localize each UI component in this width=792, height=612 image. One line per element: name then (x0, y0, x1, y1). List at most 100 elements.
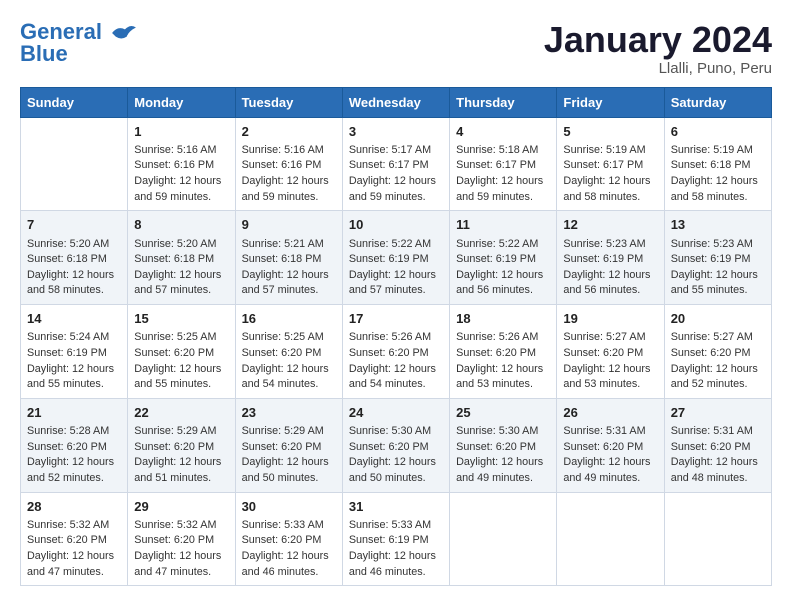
day-number: 24 (349, 404, 443, 422)
day-info: Sunrise: 5:20 AM Sunset: 6:18 PM Dayligh… (134, 237, 228, 300)
day-number: 11 (456, 216, 550, 234)
day-number: 13 (671, 216, 765, 234)
day-info: Sunrise: 5:30 AM Sunset: 6:20 PM Dayligh… (349, 424, 443, 487)
day-number: 12 (563, 216, 657, 234)
day-info: Sunrise: 5:33 AM Sunset: 6:19 PM Dayligh… (349, 518, 443, 581)
calendar-week-row: 1 Sunrise: 5:16 AM Sunset: 6:16 PM Daylig… (21, 117, 772, 211)
column-header-wednesday: Wednesday (342, 87, 449, 117)
day-number: 29 (134, 498, 228, 516)
day-info: Sunrise: 5:19 AM Sunset: 6:18 PM Dayligh… (671, 143, 765, 206)
calendar-cell: 17 Sunrise: 5:26 AM Sunset: 6:20 PM Dayli… (342, 305, 449, 399)
day-number: 16 (242, 310, 336, 328)
calendar-cell: 10Sunrise: 5:22 AM Sunset: 6:19 PM Dayli… (342, 211, 449, 305)
logo-text: General Blue (20, 20, 138, 66)
calendar-cell: 16 Sunrise: 5:25 AM Sunset: 6:20 PM Dayli… (235, 305, 342, 399)
day-info: Sunrise: 5:28 AM Sunset: 6:20 PM Dayligh… (27, 424, 121, 487)
day-info: Sunrise: 5:29 AM Sunset: 6:20 PM Dayligh… (242, 424, 336, 487)
day-number: 1 (134, 123, 228, 141)
day-number: 22 (134, 404, 228, 422)
day-info: Sunrise: 5:16 AM Sunset: 6:16 PM Dayligh… (134, 143, 228, 206)
column-header-friday: Friday (557, 87, 664, 117)
column-header-sunday: Sunday (21, 87, 128, 117)
calendar-cell: 12Sunrise: 5:23 AM Sunset: 6:19 PM Dayli… (557, 211, 664, 305)
logo-bird-icon (110, 22, 138, 44)
calendar-cell (557, 492, 664, 586)
calendar-cell: 27Sunrise: 5:31 AM Sunset: 6:20 PM Dayli… (664, 398, 771, 492)
day-number: 25 (456, 404, 550, 422)
day-number: 15 (134, 310, 228, 328)
calendar-cell: 15 Sunrise: 5:25 AM Sunset: 6:20 PM Dayli… (128, 305, 235, 399)
calendar-week-row: 7 Sunrise: 5:20 AM Sunset: 6:18 PM Daylig… (21, 211, 772, 305)
day-info: Sunrise: 5:21 AM Sunset: 6:18 PM Dayligh… (242, 237, 336, 300)
calendar-cell: 8Sunrise: 5:20 AM Sunset: 6:18 PM Daylig… (128, 211, 235, 305)
calendar-cell: 14Sunrise: 5:24 AM Sunset: 6:19 PM Dayli… (21, 305, 128, 399)
day-info: Sunrise: 5:26 AM Sunset: 6:20 PM Dayligh… (456, 330, 550, 393)
day-number: 2 (242, 123, 336, 141)
calendar-header: SundayMondayTuesdayWednesdayThursdayFrid… (21, 87, 772, 117)
calendar-cell: 29 Sunrise: 5:32 AM Sunset: 6:20 PM Dayli… (128, 492, 235, 586)
calendar-cell: 30Sunrise: 5:33 AM Sunset: 6:20 PM Dayli… (235, 492, 342, 586)
main-title: January 2024 (544, 20, 772, 60)
day-number: 7 (27, 216, 121, 234)
day-info: Sunrise: 5:27 AM Sunset: 6:20 PM Dayligh… (563, 330, 657, 393)
day-number: 19 (563, 310, 657, 328)
day-info: Sunrise: 5:26 AM Sunset: 6:20 PM Dayligh… (349, 330, 443, 393)
calendar-week-row: 21 Sunrise: 5:28 AM Sunset: 6:20 PM Dayli… (21, 398, 772, 492)
calendar-cell: 13 Sunrise: 5:23 AM Sunset: 6:19 PM Dayli… (664, 211, 771, 305)
calendar-cell: 2 Sunrise: 5:16 AM Sunset: 6:16 PM Daylig… (235, 117, 342, 211)
page-header: General Blue January 2024 Llalli, Puno, … (20, 20, 772, 77)
calendar-table: SundayMondayTuesdayWednesdayThursdayFrid… (20, 87, 772, 587)
header-row: SundayMondayTuesdayWednesdayThursdayFrid… (21, 87, 772, 117)
day-info: Sunrise: 5:17 AM Sunset: 6:17 PM Dayligh… (349, 143, 443, 206)
calendar-cell (450, 492, 557, 586)
calendar-cell: 25 Sunrise: 5:30 AM Sunset: 6:20 PM Dayli… (450, 398, 557, 492)
calendar-cell: 26Sunrise: 5:31 AM Sunset: 6:20 PM Dayli… (557, 398, 664, 492)
day-info: Sunrise: 5:18 AM Sunset: 6:17 PM Dayligh… (456, 143, 550, 206)
calendar-cell: 6 Sunrise: 5:19 AM Sunset: 6:18 PM Daylig… (664, 117, 771, 211)
day-number: 6 (671, 123, 765, 141)
day-number: 4 (456, 123, 550, 141)
title-block: January 2024 Llalli, Puno, Peru (544, 20, 772, 77)
day-number: 17 (349, 310, 443, 328)
day-info: Sunrise: 5:16 AM Sunset: 6:16 PM Dayligh… (242, 143, 336, 206)
day-number: 3 (349, 123, 443, 141)
calendar-cell: 7Sunrise: 5:20 AM Sunset: 6:18 PM Daylig… (21, 211, 128, 305)
column-header-monday: Monday (128, 87, 235, 117)
day-number: 31 (349, 498, 443, 516)
day-info: Sunrise: 5:19 AM Sunset: 6:17 PM Dayligh… (563, 143, 657, 206)
day-info: Sunrise: 5:25 AM Sunset: 6:20 PM Dayligh… (134, 330, 228, 393)
day-info: Sunrise: 5:22 AM Sunset: 6:19 PM Dayligh… (456, 237, 550, 300)
column-header-saturday: Saturday (664, 87, 771, 117)
day-info: Sunrise: 5:25 AM Sunset: 6:20 PM Dayligh… (242, 330, 336, 393)
day-number: 18 (456, 310, 550, 328)
day-number: 26 (563, 404, 657, 422)
day-info: Sunrise: 5:27 AM Sunset: 6:20 PM Dayligh… (671, 330, 765, 393)
calendar-body: 1 Sunrise: 5:16 AM Sunset: 6:16 PM Daylig… (21, 117, 772, 586)
day-info: Sunrise: 5:23 AM Sunset: 6:19 PM Dayligh… (671, 237, 765, 300)
calendar-cell: 23Sunrise: 5:29 AM Sunset: 6:20 PM Dayli… (235, 398, 342, 492)
calendar-cell: 3 Sunrise: 5:17 AM Sunset: 6:17 PM Daylig… (342, 117, 449, 211)
calendar-cell: 22 Sunrise: 5:29 AM Sunset: 6:20 PM Dayli… (128, 398, 235, 492)
calendar-week-row: 28 Sunrise: 5:32 AM Sunset: 6:20 PM Dayli… (21, 492, 772, 586)
calendar-cell: 20Sunrise: 5:27 AM Sunset: 6:20 PM Dayli… (664, 305, 771, 399)
calendar-cell: 19 Sunrise: 5:27 AM Sunset: 6:20 PM Dayli… (557, 305, 664, 399)
calendar-cell: 24 Sunrise: 5:30 AM Sunset: 6:20 PM Dayli… (342, 398, 449, 492)
day-info: Sunrise: 5:32 AM Sunset: 6:20 PM Dayligh… (134, 518, 228, 581)
day-info: Sunrise: 5:32 AM Sunset: 6:20 PM Dayligh… (27, 518, 121, 581)
day-number: 30 (242, 498, 336, 516)
calendar-cell: 31 Sunrise: 5:33 AM Sunset: 6:19 PM Dayli… (342, 492, 449, 586)
column-header-thursday: Thursday (450, 87, 557, 117)
day-info: Sunrise: 5:31 AM Sunset: 6:20 PM Dayligh… (671, 424, 765, 487)
day-number: 28 (27, 498, 121, 516)
calendar-cell: 1 Sunrise: 5:16 AM Sunset: 6:16 PM Daylig… (128, 117, 235, 211)
day-info: Sunrise: 5:22 AM Sunset: 6:19 PM Dayligh… (349, 237, 443, 300)
calendar-cell: 9Sunrise: 5:21 AM Sunset: 6:18 PM Daylig… (235, 211, 342, 305)
day-number: 21 (27, 404, 121, 422)
calendar-week-row: 14Sunrise: 5:24 AM Sunset: 6:19 PM Dayli… (21, 305, 772, 399)
column-header-tuesday: Tuesday (235, 87, 342, 117)
day-info: Sunrise: 5:30 AM Sunset: 6:20 PM Dayligh… (456, 424, 550, 487)
calendar-cell: 4 Sunrise: 5:18 AM Sunset: 6:17 PM Daylig… (450, 117, 557, 211)
logo: General Blue (20, 20, 138, 66)
day-info: Sunrise: 5:29 AM Sunset: 6:20 PM Dayligh… (134, 424, 228, 487)
day-number: 5 (563, 123, 657, 141)
